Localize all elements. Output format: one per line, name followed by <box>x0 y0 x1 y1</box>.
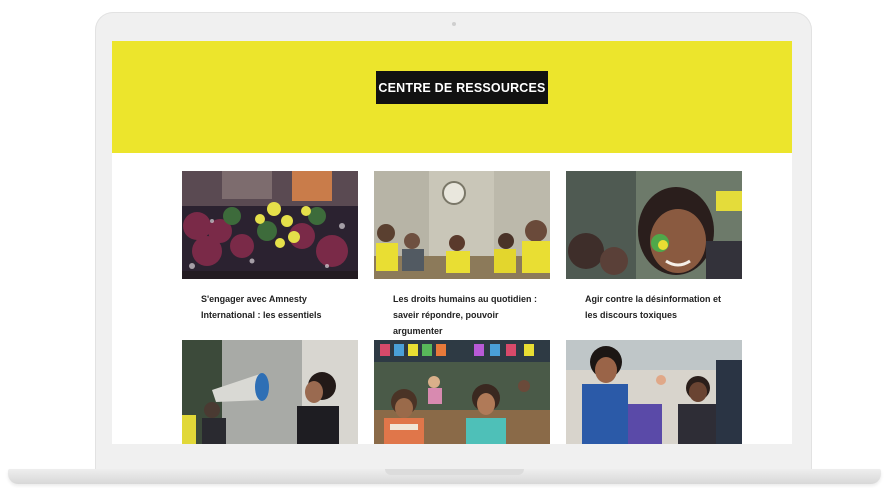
classroom-discussion-photo[interactable] <box>374 171 550 281</box>
children-in-classroom-photo[interactable] <box>374 340 550 444</box>
smiling-woman-face-paint-photo[interactable] <box>566 171 742 281</box>
laptop-screen: CENTRE DE RESSOURCES S'engager avec Amne… <box>112 41 792 444</box>
hero-banner: CENTRE DE RESSOURCES <box>112 41 792 153</box>
crowd-with-yellow-balloons-photo[interactable] <box>182 171 358 281</box>
page-title: CENTRE DE RESSOURCES <box>376 71 548 104</box>
woman-with-megaphone-photo[interactable] <box>182 340 358 444</box>
students-at-desk-photo[interactable] <box>566 340 742 444</box>
card-title[interactable]: S'engager avec Amnesty International : l… <box>182 279 358 327</box>
laptop-hinge <box>385 469 524 475</box>
card-title[interactable]: Les droits humains au quotidien : saveir… <box>374 279 550 336</box>
camera-icon <box>452 22 456 26</box>
card-title[interactable]: Agir contre la désinformation et les dis… <box>566 279 742 327</box>
